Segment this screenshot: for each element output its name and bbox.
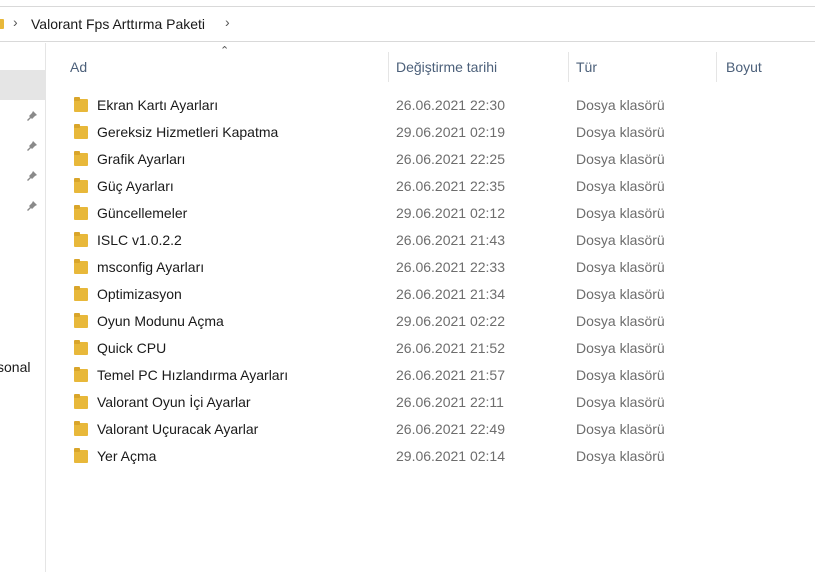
file-name[interactable]: Ekran Kartı Ayarları <box>97 97 218 113</box>
file-row[interactable]: Oyun Modunu Açma 29.06.2021 02:22 Dosya … <box>0 308 815 335</box>
file-date: 26.06.2021 22:25 <box>396 151 505 167</box>
folder-icon <box>74 232 88 247</box>
folder-icon <box>74 394 88 409</box>
file-row[interactable]: Temel PC Hızlandırma Ayarları 26.06.2021… <box>0 362 815 389</box>
file-type: Dosya klasörü <box>576 421 665 437</box>
file-date: 26.06.2021 21:52 <box>396 340 505 356</box>
file-type: Dosya klasörü <box>576 259 665 275</box>
folder-icon <box>74 205 88 220</box>
column-header-type[interactable]: Tür <box>576 50 716 84</box>
file-name[interactable]: Yer Açma <box>97 448 156 464</box>
file-row[interactable]: Optimizasyon 26.06.2021 21:34 Dosya klas… <box>0 281 815 308</box>
chevron-right-icon[interactable]: › <box>13 14 18 30</box>
file-row[interactable]: Valorant Oyun İçi Ayarlar 26.06.2021 22:… <box>0 389 815 416</box>
file-name[interactable]: ISLC v1.0.2.2 <box>97 232 182 248</box>
file-name[interactable]: Valorant Oyun İçi Ayarlar <box>97 394 251 410</box>
column-header-size[interactable]: Boyut <box>726 50 811 84</box>
file-row[interactable]: Grafik Ayarları 26.06.2021 22:25 Dosya k… <box>0 146 815 173</box>
file-name[interactable]: Güç Ayarları <box>97 178 174 194</box>
file-type: Dosya klasörü <box>576 178 665 194</box>
file-name[interactable]: Valorant Uçuracak Ayarlar <box>97 421 258 437</box>
file-row[interactable]: Quick CPU 26.06.2021 21:52 Dosya klasörü <box>0 335 815 362</box>
file-row[interactable]: Valorant Uçuracak Ayarlar 26.06.2021 22:… <box>0 416 815 443</box>
folder-icon <box>74 178 88 193</box>
file-date: 26.06.2021 22:11 <box>396 394 504 410</box>
folder-icon <box>74 97 88 112</box>
file-row[interactable]: Gereksiz Hizmetleri Kapatma 29.06.2021 0… <box>0 119 815 146</box>
file-name[interactable]: Optimizasyon <box>97 286 182 302</box>
column-header-name[interactable]: Ad <box>70 50 388 84</box>
column-header-date[interactable]: Değiştirme tarihi <box>396 50 568 84</box>
file-date: 26.06.2021 21:34 <box>396 286 505 302</box>
file-date: 26.06.2021 22:49 <box>396 421 505 437</box>
address-bar[interactable]: › Valorant Fps Arttırma Paketi › <box>0 6 815 42</box>
file-type: Dosya klasörü <box>576 232 665 248</box>
file-type: Dosya klasörü <box>576 151 665 167</box>
file-date: 26.06.2021 22:35 <box>396 178 505 194</box>
file-row[interactable]: msconfig Ayarları 26.06.2021 22:33 Dosya… <box>0 254 815 281</box>
file-row[interactable]: ISLC v1.0.2.2 26.06.2021 21:43 Dosya kla… <box>0 227 815 254</box>
file-date: 29.06.2021 02:14 <box>396 448 505 464</box>
file-row[interactable]: Güncellemeler 29.06.2021 02:12 Dosya kla… <box>0 200 815 227</box>
folder-icon <box>74 367 88 382</box>
file-name[interactable]: Temel PC Hızlandırma Ayarları <box>97 367 288 383</box>
column-divider[interactable] <box>568 52 569 82</box>
file-list: Ekran Kartı Ayarları 26.06.2021 22:30 Do… <box>0 92 815 470</box>
file-type: Dosya klasörü <box>576 367 665 383</box>
folder-icon <box>74 286 88 301</box>
file-name[interactable]: msconfig Ayarları <box>97 259 204 275</box>
folder-icon <box>74 448 88 463</box>
file-type: Dosya klasörü <box>576 394 665 410</box>
folder-icon <box>0 19 4 29</box>
folder-icon <box>74 421 88 436</box>
file-type: Dosya klasörü <box>576 97 665 113</box>
file-date: 29.06.2021 02:12 <box>396 205 505 221</box>
file-date: 26.06.2021 21:43 <box>396 232 505 248</box>
file-row[interactable]: Yer Açma 29.06.2021 02:14 Dosya klasörü <box>0 443 815 470</box>
file-date: 26.06.2021 21:57 <box>396 367 505 383</box>
file-name[interactable]: Grafik Ayarları <box>97 151 185 167</box>
file-type: Dosya klasörü <box>576 340 665 356</box>
folder-icon <box>74 313 88 328</box>
file-date: 26.06.2021 22:30 <box>396 97 505 113</box>
file-type: Dosya klasörü <box>576 205 665 221</box>
file-row[interactable]: Güç Ayarları 26.06.2021 22:35 Dosya klas… <box>0 173 815 200</box>
file-row[interactable]: Ekran Kartı Ayarları 26.06.2021 22:30 Do… <box>0 92 815 119</box>
file-type: Dosya klasörü <box>576 286 665 302</box>
file-type: Dosya klasörü <box>576 124 665 140</box>
file-date: 26.06.2021 22:33 <box>396 259 505 275</box>
file-date: 29.06.2021 02:19 <box>396 124 505 140</box>
chevron-right-icon[interactable]: › <box>225 14 230 30</box>
file-type: Dosya klasörü <box>576 448 665 464</box>
file-name[interactable]: Oyun Modunu Açma <box>97 313 224 329</box>
file-name[interactable]: Güncellemeler <box>97 205 187 221</box>
column-divider[interactable] <box>388 52 389 82</box>
file-type: Dosya klasörü <box>576 313 665 329</box>
file-name[interactable]: Gereksiz Hizmetleri Kapatma <box>97 124 278 140</box>
folder-icon <box>74 124 88 139</box>
column-divider[interactable] <box>716 52 717 82</box>
file-name[interactable]: Quick CPU <box>97 340 166 356</box>
folder-icon <box>74 151 88 166</box>
folder-icon <box>74 340 88 355</box>
breadcrumb-current-folder[interactable]: Valorant Fps Arttırma Paketi <box>31 16 205 32</box>
folder-icon <box>74 259 88 274</box>
file-date: 29.06.2021 02:22 <box>396 313 505 329</box>
